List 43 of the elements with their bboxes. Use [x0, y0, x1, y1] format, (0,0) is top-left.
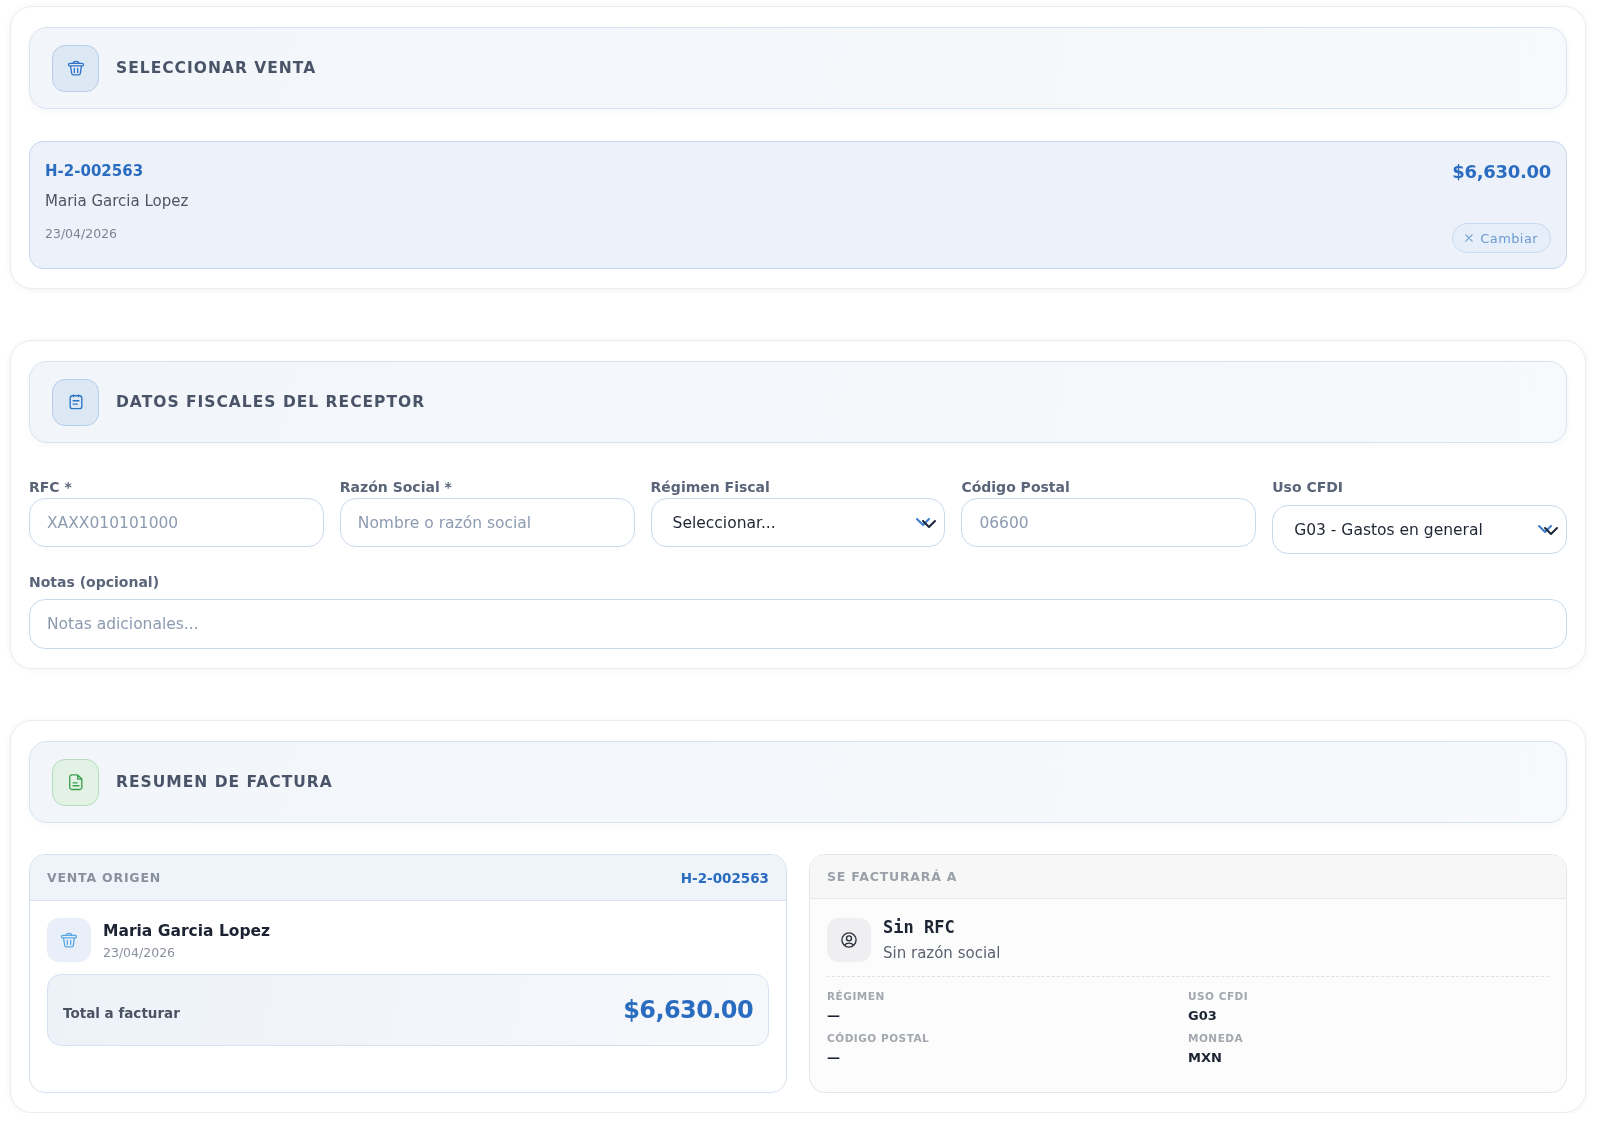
total-label: Total a facturar [63, 1005, 180, 1021]
input-field[interactable]: Nombre o razón social [339, 498, 635, 547]
input-field[interactable]: Notas adicionales... [29, 599, 1567, 649]
document-icon [52, 758, 99, 806]
input-field[interactable]: 06600 [961, 498, 1257, 547]
detail-label: USO CFDI [1188, 989, 1249, 1003]
card-heading: VENTA ORIGEN [47, 870, 162, 885]
sale-total: $6,630.00 [1452, 160, 1551, 184]
customer-name: Maria Garcia Lopez [45, 191, 189, 211]
section-title: SELECCIONAR VENTA [116, 59, 317, 77]
field-label: Razón Social * [339, 479, 452, 496]
sale-date: 23/04/2026 [103, 943, 176, 961]
detail-value: MXN [1188, 1049, 1222, 1067]
field-label: Uso CFDI [1272, 479, 1344, 496]
chevron-down-icon [1538, 523, 1558, 536]
detail-value: G03 [1188, 1007, 1217, 1025]
field-label: RFC * [29, 479, 72, 496]
detail-label: RÉGIMEN [827, 989, 885, 1003]
detail-label: CÓDIGO POSTAL [827, 1031, 930, 1045]
rfc-text: Sin RFC [883, 916, 955, 938]
detail-value: — [827, 1049, 840, 1067]
card-heading: SE FACTURARÁ A [827, 869, 958, 884]
basket-icon [52, 44, 99, 92]
sale-date: 23/04/2026 [45, 226, 118, 242]
section-title: DATOS FISCALES DEL RECEPTOR [116, 393, 426, 411]
basket-icon [47, 918, 91, 962]
chevron-down-icon [916, 516, 937, 529]
customer-name: Maria Garcia Lopez [103, 920, 271, 942]
field-label: Régimen Fiscal [650, 479, 770, 496]
close-icon [1465, 234, 1474, 242]
note-icon [52, 378, 99, 426]
input-field[interactable]: XAXX010101000 [29, 498, 324, 547]
sale-folio: H-2-002563 [45, 161, 144, 182]
field-label: Notas (opcional) [29, 574, 160, 591]
detail-value: — [827, 1007, 840, 1025]
select-field[interactable]: G03 - Gastos en general [1272, 505, 1567, 554]
select-field[interactable]: Seleccionar... [650, 498, 946, 547]
business-name: Sin razón social [883, 943, 1001, 963]
section-title: RESUMEN DE FACTURA [116, 773, 333, 791]
field-label: Código Postal [961, 479, 1070, 496]
total-amount: $6,630.00 [623, 996, 753, 1024]
detail-label: MONEDA [1188, 1031, 1244, 1045]
sale-folio: H-2-002563 [680, 869, 769, 886]
